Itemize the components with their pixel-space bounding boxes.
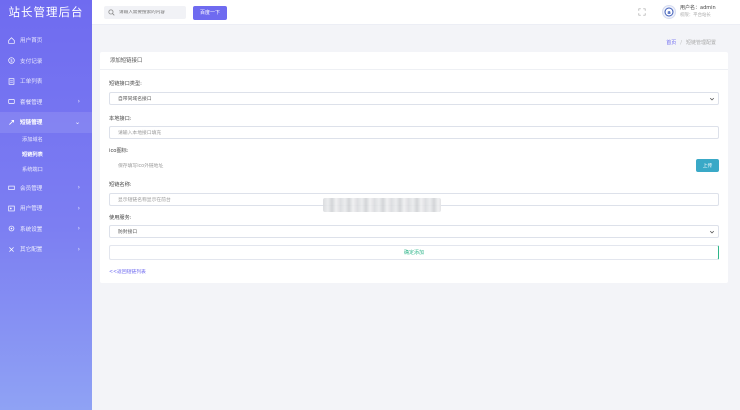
breadcrumb-home[interactable]: 首页 <box>666 40 676 46</box>
type-select[interactable]: 自带同域名接口 <box>109 92 719 105</box>
form-card: 添加短链接口 短链接口类型: 自带同域名接口 本地接口: 请输入本地接口填充 i… <box>100 52 728 283</box>
breadcrumb: 首页 / 短链管理配置 <box>666 39 716 46</box>
top-header: 百度一下 a 用户名：admin 权限：平台站长 <box>92 0 740 25</box>
sidebar-item-label: 工单列表 <box>20 79 43 86</box>
chevron-right-icon: › <box>77 225 80 233</box>
home-icon <box>8 36 15 44</box>
sidebar-item-label: 短链管理 <box>20 120 43 127</box>
type-select-value: 自带同域名接口 <box>118 97 152 102</box>
sidebar-item-label: 套餐管理 <box>20 99 43 106</box>
ticket-icon <box>8 78 15 85</box>
dollar-icon: $ <box>8 57 15 64</box>
sidebar-menu: 用户首页 $ 支付记录 工单列表 套餐管理 › 短链管理 ⌄ 添加域名 短链列表… <box>0 30 92 260</box>
sidebar-item-label: 用户管理 <box>20 206 43 213</box>
name-label: 短链名称: <box>109 182 132 188</box>
service-select[interactable]: 防封接口 <box>109 225 719 238</box>
shortlink-submenu: 添加域名 短链列表 系统端口 <box>0 133 92 178</box>
submenu-item-shortlink-list[interactable]: 短链列表 <box>22 148 92 163</box>
service-select-value: 防封接口 <box>118 230 138 235</box>
user-icon <box>8 205 15 212</box>
submit-button[interactable]: 确定添加 <box>109 245 719 260</box>
chevron-right-icon: › <box>77 98 80 106</box>
sidebar-item-other-config[interactable]: 其它配置 › <box>0 239 92 260</box>
sidebar-item-home[interactable]: 用户首页 <box>0 30 92 51</box>
sidebar-item-label: 其它配置 <box>20 247 43 254</box>
blurred-overlay <box>323 198 441 212</box>
search-button[interactable]: 百度一下 <box>193 5 227 20</box>
chevron-down-icon: ⌄ <box>74 118 80 126</box>
ico-input[interactable]: 保存填写ico外链地址 <box>109 159 694 172</box>
gear-icon <box>8 225 15 232</box>
api-label: 本地接口: <box>109 116 132 122</box>
brand-title: 站长管理后台 <box>8 5 84 19</box>
chevron-right-icon: › <box>77 245 80 253</box>
sidebar-item-members[interactable]: 会员管理 › <box>0 178 92 199</box>
sidebar-item-payments[interactable]: $ 支付记录 <box>0 51 92 72</box>
ico-label: ico图标: <box>109 148 129 154</box>
form-title: 添加短链接口 <box>100 52 728 70</box>
svg-text:$: $ <box>10 58 13 63</box>
upload-button[interactable]: 上传 <box>696 159 719 172</box>
breadcrumb-current: 短链管理配置 <box>685 40 716 46</box>
chevron-down-icon <box>709 229 715 235</box>
service-label: 使用服务: <box>109 215 132 221</box>
search-input[interactable] <box>119 10 185 15</box>
package-icon <box>8 98 15 105</box>
submenu-item-add-domain[interactable]: 添加域名 <box>22 133 92 148</box>
user-info: 用户名：admin 权限：平台站长 <box>680 5 716 19</box>
config-icon <box>8 246 15 253</box>
user-role: 权限：平台站长 <box>680 13 711 18</box>
fullscreen-icon[interactable] <box>638 8 646 16</box>
member-icon <box>8 184 15 191</box>
chevron-down-icon <box>709 96 715 102</box>
sidebar-item-tickets[interactable]: 工单列表 <box>0 71 92 92</box>
sidebar-item-label: 用户首页 <box>20 38 43 45</box>
avatar[interactable]: a <box>662 5 676 19</box>
svg-text:a: a <box>667 10 670 16</box>
chevron-right-icon: › <box>77 184 80 192</box>
sidebar-item-packages[interactable]: 套餐管理 › <box>0 92 92 113</box>
api-input[interactable]: 请输入本地接口填充 <box>109 126 719 139</box>
submenu-item-system-ports[interactable]: 系统端口 <box>22 163 92 178</box>
type-label: 短链接口类型: <box>109 81 142 87</box>
sidebar-item-label: 支付记录 <box>20 58 43 65</box>
sidebar-item-label: 会员管理 <box>20 185 43 192</box>
back-to-list-link[interactable]: <<返回短链列表 <box>109 268 146 275</box>
search-box <box>104 6 186 19</box>
breadcrumb-separator: / <box>680 40 682 46</box>
username: 用户名：admin <box>680 5 716 11</box>
sidebar-item-label: 系统设置 <box>20 226 43 233</box>
sidebar: 站长管理后台 用户首页 $ 支付记录 工单列表 套餐管理 › 短链管理 ⌄ 添加… <box>0 0 92 410</box>
sidebar-item-shortlinks[interactable]: 短链管理 ⌄ <box>0 112 92 133</box>
link-icon <box>8 119 15 126</box>
sidebar-item-users[interactable]: 用户管理 › <box>0 198 92 219</box>
chevron-right-icon: › <box>77 204 80 212</box>
sidebar-item-settings[interactable]: 系统设置 › <box>0 219 92 240</box>
search-icon <box>108 9 115 16</box>
